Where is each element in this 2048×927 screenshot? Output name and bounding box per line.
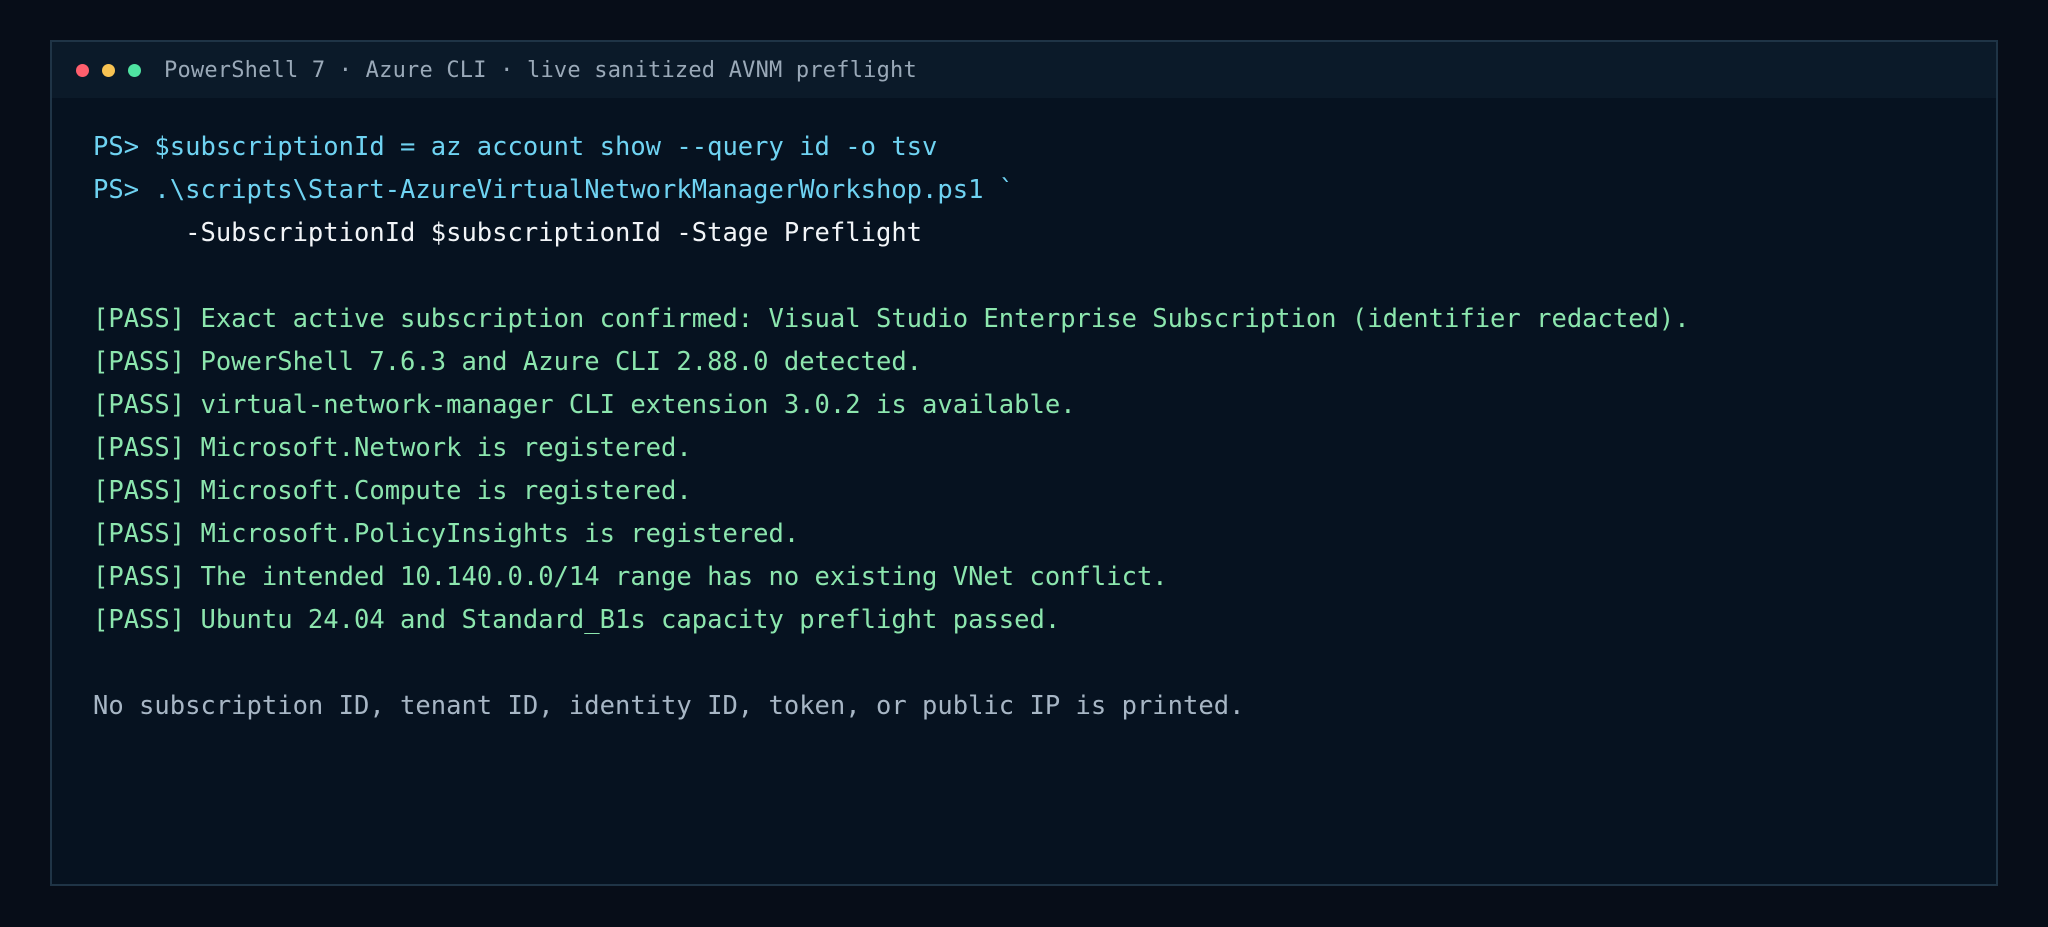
- pass-result-line: [PASS] Ubuntu 24.04 and Standard_B1s cap…: [93, 605, 1061, 635]
- command-line-subscription: PS> $subscriptionId = az account show --…: [93, 132, 938, 162]
- pass-result-line: [PASS] Microsoft.PolicyInsights is regis…: [93, 519, 800, 549]
- pass-result-line: [PASS] The intended 10.140.0.0/14 range …: [93, 562, 1168, 592]
- terminal-output[interactable]: PS> $subscriptionId = az account show --…: [52, 98, 1996, 728]
- command-line-script: PS> .\scripts\Start-AzureVirtualNetworkM…: [93, 175, 1015, 205]
- pass-result-line: [PASS] Microsoft.Compute is registered.: [93, 476, 692, 506]
- window-title: PowerShell 7 · Azure CLI · live sanitize…: [164, 57, 917, 83]
- terminal-window: PowerShell 7 · Azure CLI · live sanitize…: [50, 40, 1998, 886]
- close-dot-icon[interactable]: [76, 63, 89, 77]
- window-titlebar: PowerShell 7 · Azure CLI · live sanitize…: [52, 42, 1996, 98]
- minimize-dot-icon[interactable]: [102, 63, 115, 77]
- command-continuation-line: -SubscriptionId $subscriptionId -Stage P…: [93, 218, 923, 248]
- pass-result-line: [PASS] Exact active subscription confirm…: [93, 304, 1690, 334]
- privacy-note-line: No subscription ID, tenant ID, identity …: [93, 691, 1245, 721]
- pass-result-line: [PASS] Microsoft.Network is registered.: [93, 433, 692, 463]
- pass-result-line: [PASS] PowerShell 7.6.3 and Azure CLI 2.…: [93, 347, 923, 377]
- pass-result-line: [PASS] virtual-network-manager CLI exten…: [93, 390, 1076, 420]
- maximize-dot-icon[interactable]: [128, 63, 141, 77]
